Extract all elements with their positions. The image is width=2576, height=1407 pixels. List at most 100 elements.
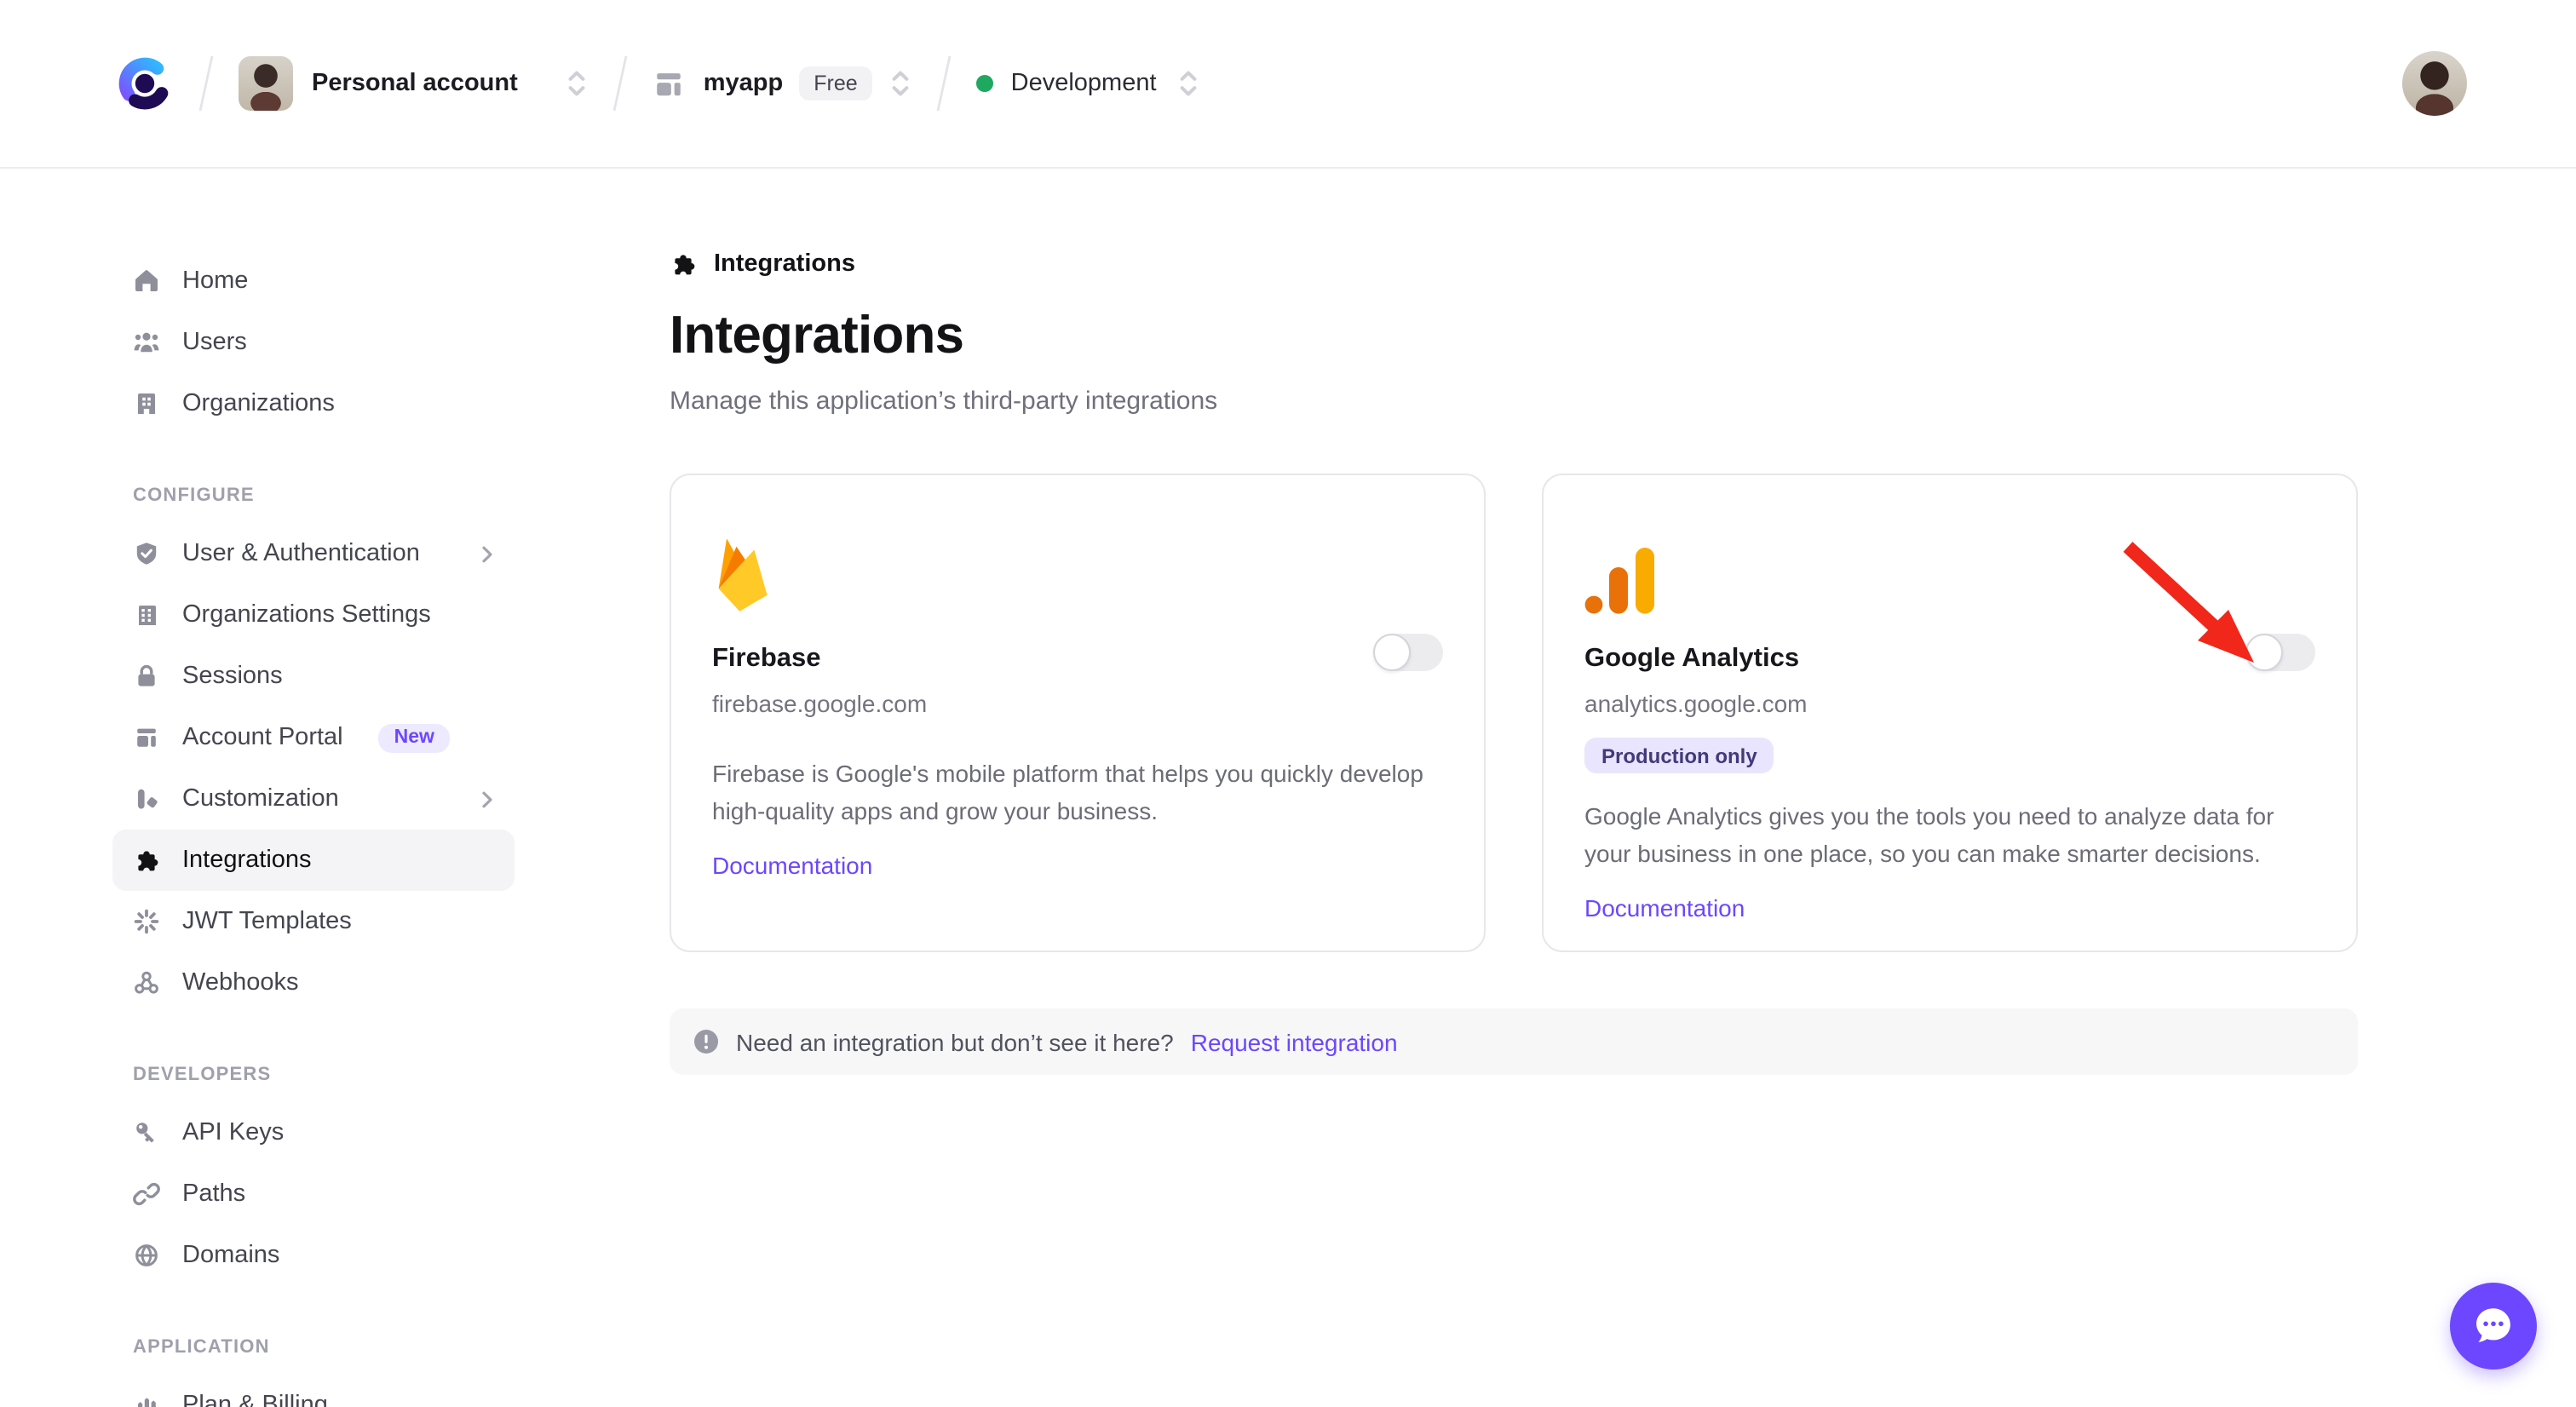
chevron-up-down-icon [568, 71, 585, 96]
customization-icon [138, 789, 158, 809]
breadcrumb-slash [198, 55, 214, 112]
sidebar-item-label: Account Portal [182, 724, 343, 751]
page-title: Integrations [670, 305, 964, 365]
integration-domain: firebase.google.com [712, 690, 928, 717]
account-label: Personal account [312, 70, 518, 97]
firebase-toggle[interactable] [1373, 634, 1443, 671]
puzzle-icon [138, 851, 158, 871]
application-switcher-button[interactable]: myapp Free [653, 66, 912, 100]
shield-check-icon [136, 543, 157, 565]
sidebar-item-label: User & Authentication [182, 540, 420, 567]
plan-badge: Free [798, 66, 873, 100]
link-icon [133, 1182, 160, 1206]
breadcrumb-slash [612, 55, 628, 112]
integration-name: Firebase [712, 644, 821, 673]
clerk-logo-icon[interactable] [116, 55, 174, 112]
sidebar-item-customization[interactable]: Customization [112, 768, 515, 830]
page-subtitle: Manage this application’s third-party in… [670, 387, 1218, 416]
integration-card-google-analytics: Google Analytics analytics.google.com Pr… [1542, 474, 2358, 952]
toggle-knob [1373, 634, 1411, 671]
sidebar-item-domains[interactable]: Domains [112, 1225, 515, 1286]
card-title-row: Google Analytics [1584, 634, 2315, 678]
building-icon [139, 606, 156, 625]
integration-domain: analytics.google.com [1584, 690, 1808, 717]
google-analytics-toggle[interactable] [2245, 634, 2315, 671]
integration-description: Firebase is Google's mobile platform tha… [712, 760, 1423, 824]
sidebar-section-application: APPLICATION [133, 1337, 270, 1358]
sidebar-item-paths[interactable]: Paths [112, 1163, 515, 1225]
sidebar-section-developers: DEVELOPERS [133, 1065, 272, 1085]
support-chat-button[interactable] [2450, 1283, 2537, 1370]
sidebar-item-label: Organizations [182, 390, 335, 417]
sidebar-item-label: Paths [182, 1180, 246, 1208]
chevron-right-icon [482, 545, 492, 562]
key-icon [136, 1123, 154, 1143]
sidebar-item-organizations[interactable]: Organizations [112, 373, 515, 434]
sidebar-item-label: Plan & Billing [182, 1392, 328, 1407]
sidebar-item-jwt-templates[interactable]: JWT Templates [112, 891, 515, 952]
environment-switcher-button[interactable]: Development [976, 66, 1199, 100]
organizations-icon [138, 393, 155, 414]
sidebar-item-label: Webhooks [182, 969, 299, 996]
request-integration-link[interactable]: Request integration [1191, 1028, 1398, 1055]
breadcrumb-label: Integrations [714, 250, 855, 278]
toggle-knob [2245, 634, 2283, 671]
sidebar-item-user-authentication[interactable]: User & Authentication [112, 523, 515, 584]
sidebar: Home Users Organizations CONFIGURE User … [112, 169, 515, 1407]
chevron-up-down-icon [893, 71, 910, 96]
account-switcher-button[interactable]: Personal account [239, 56, 588, 111]
info-icon [694, 1030, 718, 1054]
app-layout-icon [656, 72, 681, 95]
sidebar-item-label: Sessions [182, 663, 283, 690]
google-analytics-logo-icon [1584, 548, 1654, 614]
sidebar-item-label: Customization [182, 785, 339, 813]
body: Home Users Organizations CONFIGURE User … [0, 169, 2576, 1407]
request-integration-bar: Need an integration but don’t see it her… [670, 1008, 2358, 1075]
chevron-up-down-icon [1180, 71, 1196, 96]
user-avatar[interactable] [2402, 51, 2467, 116]
firebase-logo-icon [718, 538, 768, 612]
card-title-row: Firebase [712, 634, 1443, 678]
clerk-dashboard: Personal account myapp Free Development … [0, 0, 2576, 1407]
home-icon [135, 270, 158, 291]
burst-icon [134, 909, 159, 934]
chat-bubble-icon [2476, 1308, 2510, 1342]
account-avatar [239, 56, 293, 111]
layout-icon [137, 728, 156, 747]
integration-description: Google Analytics gives you the tools you… [1584, 802, 2274, 867]
users-icon [134, 332, 159, 353]
bar-chart-icon [138, 1398, 156, 1407]
webhooks-icon [135, 971, 158, 994]
card-logo [1584, 526, 2315, 615]
chevron-right-icon [482, 790, 492, 807]
request-bar-text: Need an integration but don’t see it her… [736, 1028, 1174, 1055]
sidebar-item-label: Domains [182, 1242, 280, 1269]
integration-name: Google Analytics [1584, 644, 1800, 673]
sidebar-item-plan-billing[interactable]: Plan & Billing [112, 1375, 515, 1407]
sidebar-item-webhooks[interactable]: Webhooks [112, 952, 515, 1014]
sidebar-item-api-keys[interactable]: API Keys [112, 1102, 515, 1163]
integration-cards: Firebase firebase.google.com Firebase is… [670, 474, 2358, 952]
main-content: Integrations Integrations Manage this ap… [515, 169, 2576, 1075]
documentation-link[interactable]: Documentation [1584, 895, 1745, 922]
breadcrumb-slash [937, 55, 952, 112]
top-bar: Personal account myapp Free Development [0, 0, 2576, 169]
sidebar-item-sessions[interactable]: Sessions [112, 646, 515, 707]
sidebar-item-account-portal[interactable]: Account Portal New [112, 707, 515, 768]
app-name-label: myapp [703, 70, 784, 97]
new-badge: New [378, 723, 450, 752]
sidebar-item-home[interactable]: Home [112, 250, 515, 312]
documentation-link[interactable]: Documentation [712, 853, 872, 880]
sidebar-item-label: Users [182, 329, 247, 356]
sidebar-item-organizations-settings[interactable]: Organizations Settings [112, 584, 515, 646]
sidebar-item-label: Integrations [182, 847, 312, 874]
sidebar-item-label: Organizations Settings [182, 601, 431, 629]
sidebar-item-integrations[interactable]: Integrations [112, 830, 515, 891]
sidebar-item-users[interactable]: Users [112, 312, 515, 373]
sidebar-item-label: Home [182, 267, 249, 295]
card-logo [712, 526, 1443, 615]
integration-card-firebase: Firebase firebase.google.com Firebase is… [670, 474, 1486, 952]
puzzle-icon [675, 255, 695, 275]
environment-status-dot [976, 75, 994, 92]
lock-icon [138, 664, 155, 686]
